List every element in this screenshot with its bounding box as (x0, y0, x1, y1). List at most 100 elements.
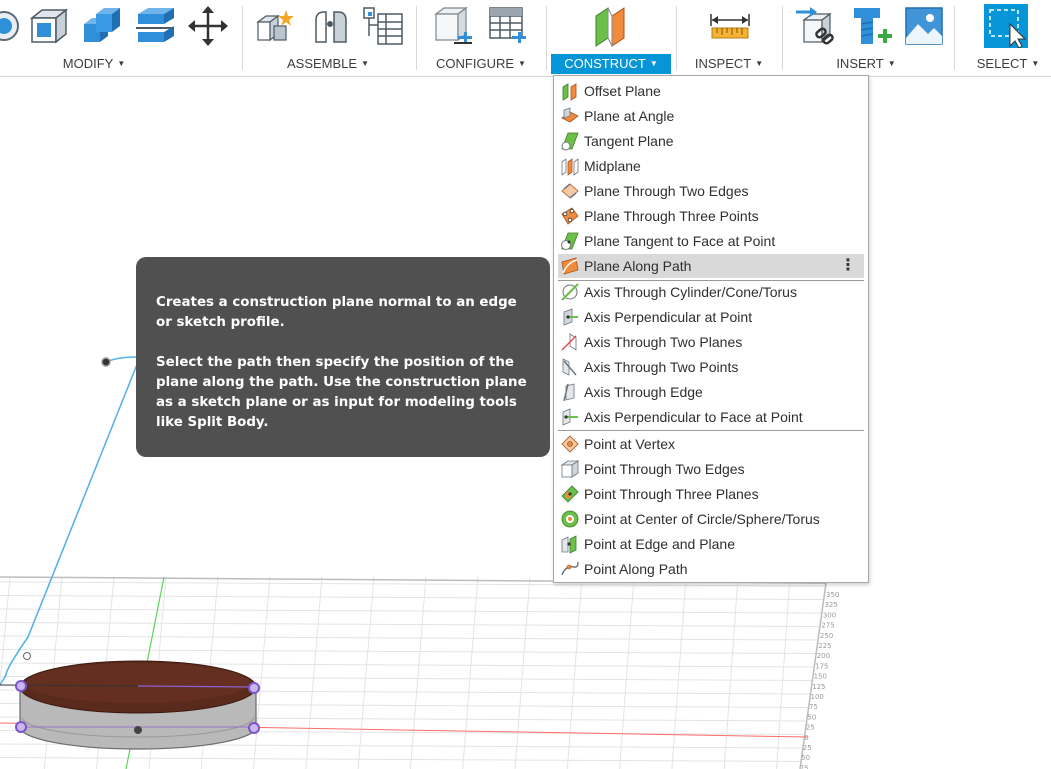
grid-line (0, 635, 819, 641)
menu-item-point-along-path[interactable]: Point Along Path (558, 557, 864, 581)
grid-line (0, 622, 821, 627)
measure-icon[interactable] (708, 4, 752, 48)
ruler-tick-label: 100 (811, 693, 824, 701)
menu-item-axis-edge[interactable]: Axis Through Edge (558, 380, 864, 404)
grid-line (619, 576, 635, 769)
ruler-tick-label: 150 (814, 673, 827, 681)
command-tooltip: Creates a construction plane normal to a… (136, 257, 550, 457)
toolbar-separator (546, 6, 547, 70)
grid-line (514, 576, 531, 769)
toolbar-separator (676, 6, 677, 70)
grid-line (0, 608, 823, 614)
menu-item-point-edge-plane[interactable]: Point at Edge and Plane (558, 532, 864, 556)
menu-item-plane-at-angle[interactable]: Plane at Angle (558, 104, 864, 128)
combine-icon[interactable] (80, 4, 124, 48)
change-parameters-icon[interactable] (432, 4, 476, 48)
toolbar-separator (954, 6, 955, 70)
ruler-tick-label: 125 (812, 683, 825, 691)
select-icon[interactable] (984, 4, 1028, 48)
grid-line (0, 649, 817, 654)
more-options-icon[interactable]: ⋮ (840, 254, 856, 278)
select-menu-button[interactable]: SELECT ▼ (968, 54, 1048, 74)
press-pull-icon[interactable] (26, 4, 70, 48)
grid-line (776, 576, 791, 769)
menu-item-axis-two-planes[interactable]: Axis Through Two Planes (558, 330, 864, 354)
ruler-tick-label: 325 (824, 601, 837, 609)
grid-line (462, 576, 479, 769)
grid-line (253, 576, 271, 769)
menu-item-point-three-planes[interactable]: Point Through Three Planes (558, 482, 864, 506)
insert-derive-icon[interactable] (796, 4, 840, 48)
ruler-tick-label: 175 (815, 662, 828, 670)
bill-of-materials-icon[interactable] (362, 4, 406, 48)
grid-line (357, 576, 375, 769)
ruler-tick-label: 50 (807, 713, 816, 721)
ruler-tick-label: 250 (820, 632, 833, 640)
grid-line (723, 576, 739, 769)
tangent-plane-icon (560, 131, 580, 151)
ruler-tick-label: 50 (801, 754, 810, 762)
configuration-table-icon[interactable] (486, 4, 530, 48)
cylinder-body[interactable] (0, 660, 260, 750)
axis-perpendicular-point-icon (560, 307, 580, 327)
grid-line (0, 757, 802, 762)
configure-menu-button[interactable]: CONFIGURE ▼ (428, 54, 534, 74)
construct-plane-icon[interactable] (590, 4, 634, 48)
axis-two-points-icon (560, 357, 580, 377)
axis-cylinder-icon (560, 282, 580, 302)
ruler-tick-label: 25 (803, 744, 812, 752)
menu-item-offset-plane[interactable]: Offset Plane (558, 79, 864, 103)
insert-mcmaster-icon[interactable] (850, 4, 894, 48)
menu-item-axis-perpendicular-face[interactable]: Axis Perpendicular to Face at Point (558, 405, 864, 429)
point-along-path-icon (560, 559, 580, 579)
toolbar-separator (242, 6, 243, 70)
toolbar: MODIFY ▼ ASSEMBLE ▼ CONFIGURE ▼ CONSTRUCT ▼ … (0, 0, 1051, 77)
tooltip-description: Creates a construction plane normal to a… (156, 295, 517, 330)
menu-item-plane-three-points[interactable]: Plane Through Three Points (558, 204, 864, 228)
menu-item-axis-perpendicular-point[interactable]: Axis Perpendicular at Point (558, 305, 864, 329)
menu-item-midplane[interactable]: Midplane (558, 154, 864, 178)
point-vertex-icon (560, 434, 580, 454)
modify-menu-button[interactable]: MODIFY ▼ (24, 54, 164, 74)
ruler-tick-label: 75 (800, 764, 809, 769)
menu-item-plane-tangent-face[interactable]: Plane Tangent to Face at Point (558, 229, 864, 253)
menu-item-plane-along-path[interactable]: Plane Along Path ⋮ (558, 254, 864, 278)
plane-two-edges-icon (560, 181, 580, 201)
inspect-menu-button[interactable]: INSPECT ▼ (686, 54, 772, 74)
menu-item-axis-two-points[interactable]: Axis Through Two Points (558, 355, 864, 379)
menu-item-axis-cylinder[interactable]: Axis Through Cylinder/Cone/Torus (558, 280, 864, 304)
axis-two-planes-icon (560, 332, 580, 352)
path-start-point[interactable] (101, 357, 111, 367)
insert-canvas-icon[interactable] (902, 4, 946, 48)
joint-icon[interactable] (308, 4, 352, 48)
point-edge-plane-icon (560, 534, 580, 554)
menu-item-point-center[interactable]: Point at Center of Circle/Sphere/Torus (558, 507, 864, 531)
menu-item-tangent-plane[interactable]: Tangent Plane (558, 129, 864, 153)
grid-line (0, 595, 825, 600)
path-vertex-point[interactable] (23, 652, 31, 660)
move-icon[interactable] (186, 4, 230, 48)
toolbar-separator (416, 6, 417, 70)
grid-line (671, 576, 687, 769)
menu-item-point-two-edges[interactable]: Point Through Two Edges (558, 457, 864, 481)
axis-edge-icon (560, 382, 580, 402)
grid-line (0, 576, 11, 690)
menu-item-point-vertex[interactable]: Point at Vertex (558, 432, 864, 456)
point-three-planes-icon (560, 484, 580, 504)
toolbar-separator (782, 6, 783, 70)
midplane-icon (560, 156, 580, 176)
split-body-icon[interactable] (134, 4, 178, 48)
menu-item-plane-two-edges[interactable]: Plane Through Two Edges (558, 179, 864, 203)
ruler-tick-label: 0 (804, 734, 808, 742)
point-two-edges-icon (560, 459, 580, 479)
shell-icon[interactable] (0, 4, 26, 48)
construct-dropdown-menu: Offset Plane Plane at Angle Tangent Plan… (553, 75, 869, 583)
ruler-tick-label: 300 (823, 611, 836, 619)
new-component-icon[interactable] (254, 4, 298, 48)
construct-menu-button[interactable]: CONSTRUCT ▼ (551, 54, 671, 74)
assemble-menu-button[interactable]: ASSEMBLE ▼ (252, 54, 404, 74)
ruler-tick-label: 275 (821, 622, 834, 630)
ruler-tick-label: 25 (806, 724, 815, 732)
menu-separator (558, 430, 864, 431)
insert-menu-button[interactable]: INSERT ▼ (790, 54, 942, 74)
